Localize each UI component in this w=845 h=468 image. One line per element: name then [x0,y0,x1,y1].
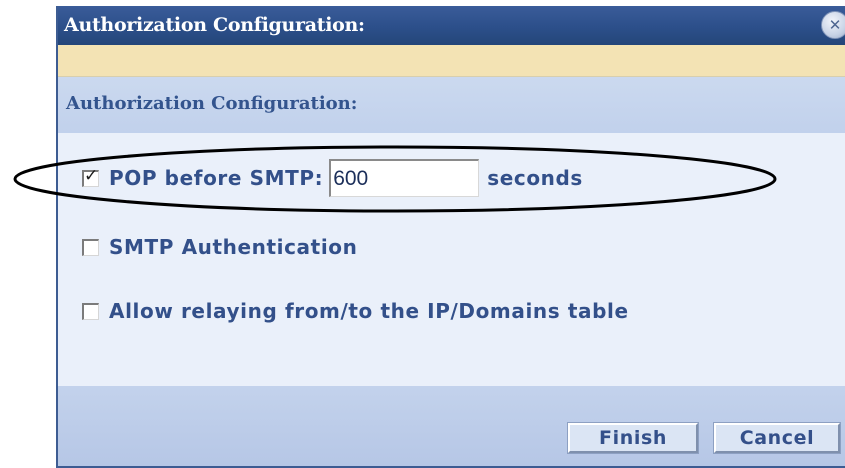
checkmark-icon: ✓ [84,165,99,186]
allow-relaying-checkbox[interactable] [82,302,99,320]
notification-strip [58,45,845,77]
smtp-authentication-checkbox[interactable] [82,238,99,256]
dialog-title: Authorization Configuration: [64,14,365,36]
section-title: Authorization Configuration: [66,93,358,114]
finish-button[interactable]: Finish [567,422,699,454]
pop-before-smtp-row: ✓ POP before SMTP: seconds [82,159,583,197]
seconds-unit-label: seconds [487,166,583,190]
allow-relaying-row: Allow relaying from/to the IP/Domains ta… [82,299,629,323]
pop-before-smtp-label: POP before SMTP: [109,166,324,190]
cancel-button[interactable]: Cancel [713,422,841,454]
button-bar: Finish Cancel [58,386,845,466]
authorization-dialog: Authorization Configuration: ✕ Authoriza… [56,6,845,468]
close-icon[interactable]: ✕ [821,11,845,39]
section-header: Authorization Configuration: [58,77,845,133]
smtp-authentication-label: SMTP Authentication [109,235,358,259]
dialog-titlebar[interactable]: Authorization Configuration: ✕ [58,6,845,45]
allow-relaying-label: Allow relaying from/to the IP/Domains ta… [109,299,629,323]
pop-before-smtp-checkbox[interactable]: ✓ [82,165,99,187]
options-panel: ✓ POP before SMTP: seconds SMTP Authenti… [58,133,845,386]
smtp-authentication-row: SMTP Authentication [82,235,357,259]
pop-before-smtp-seconds-input[interactable] [329,159,480,197]
